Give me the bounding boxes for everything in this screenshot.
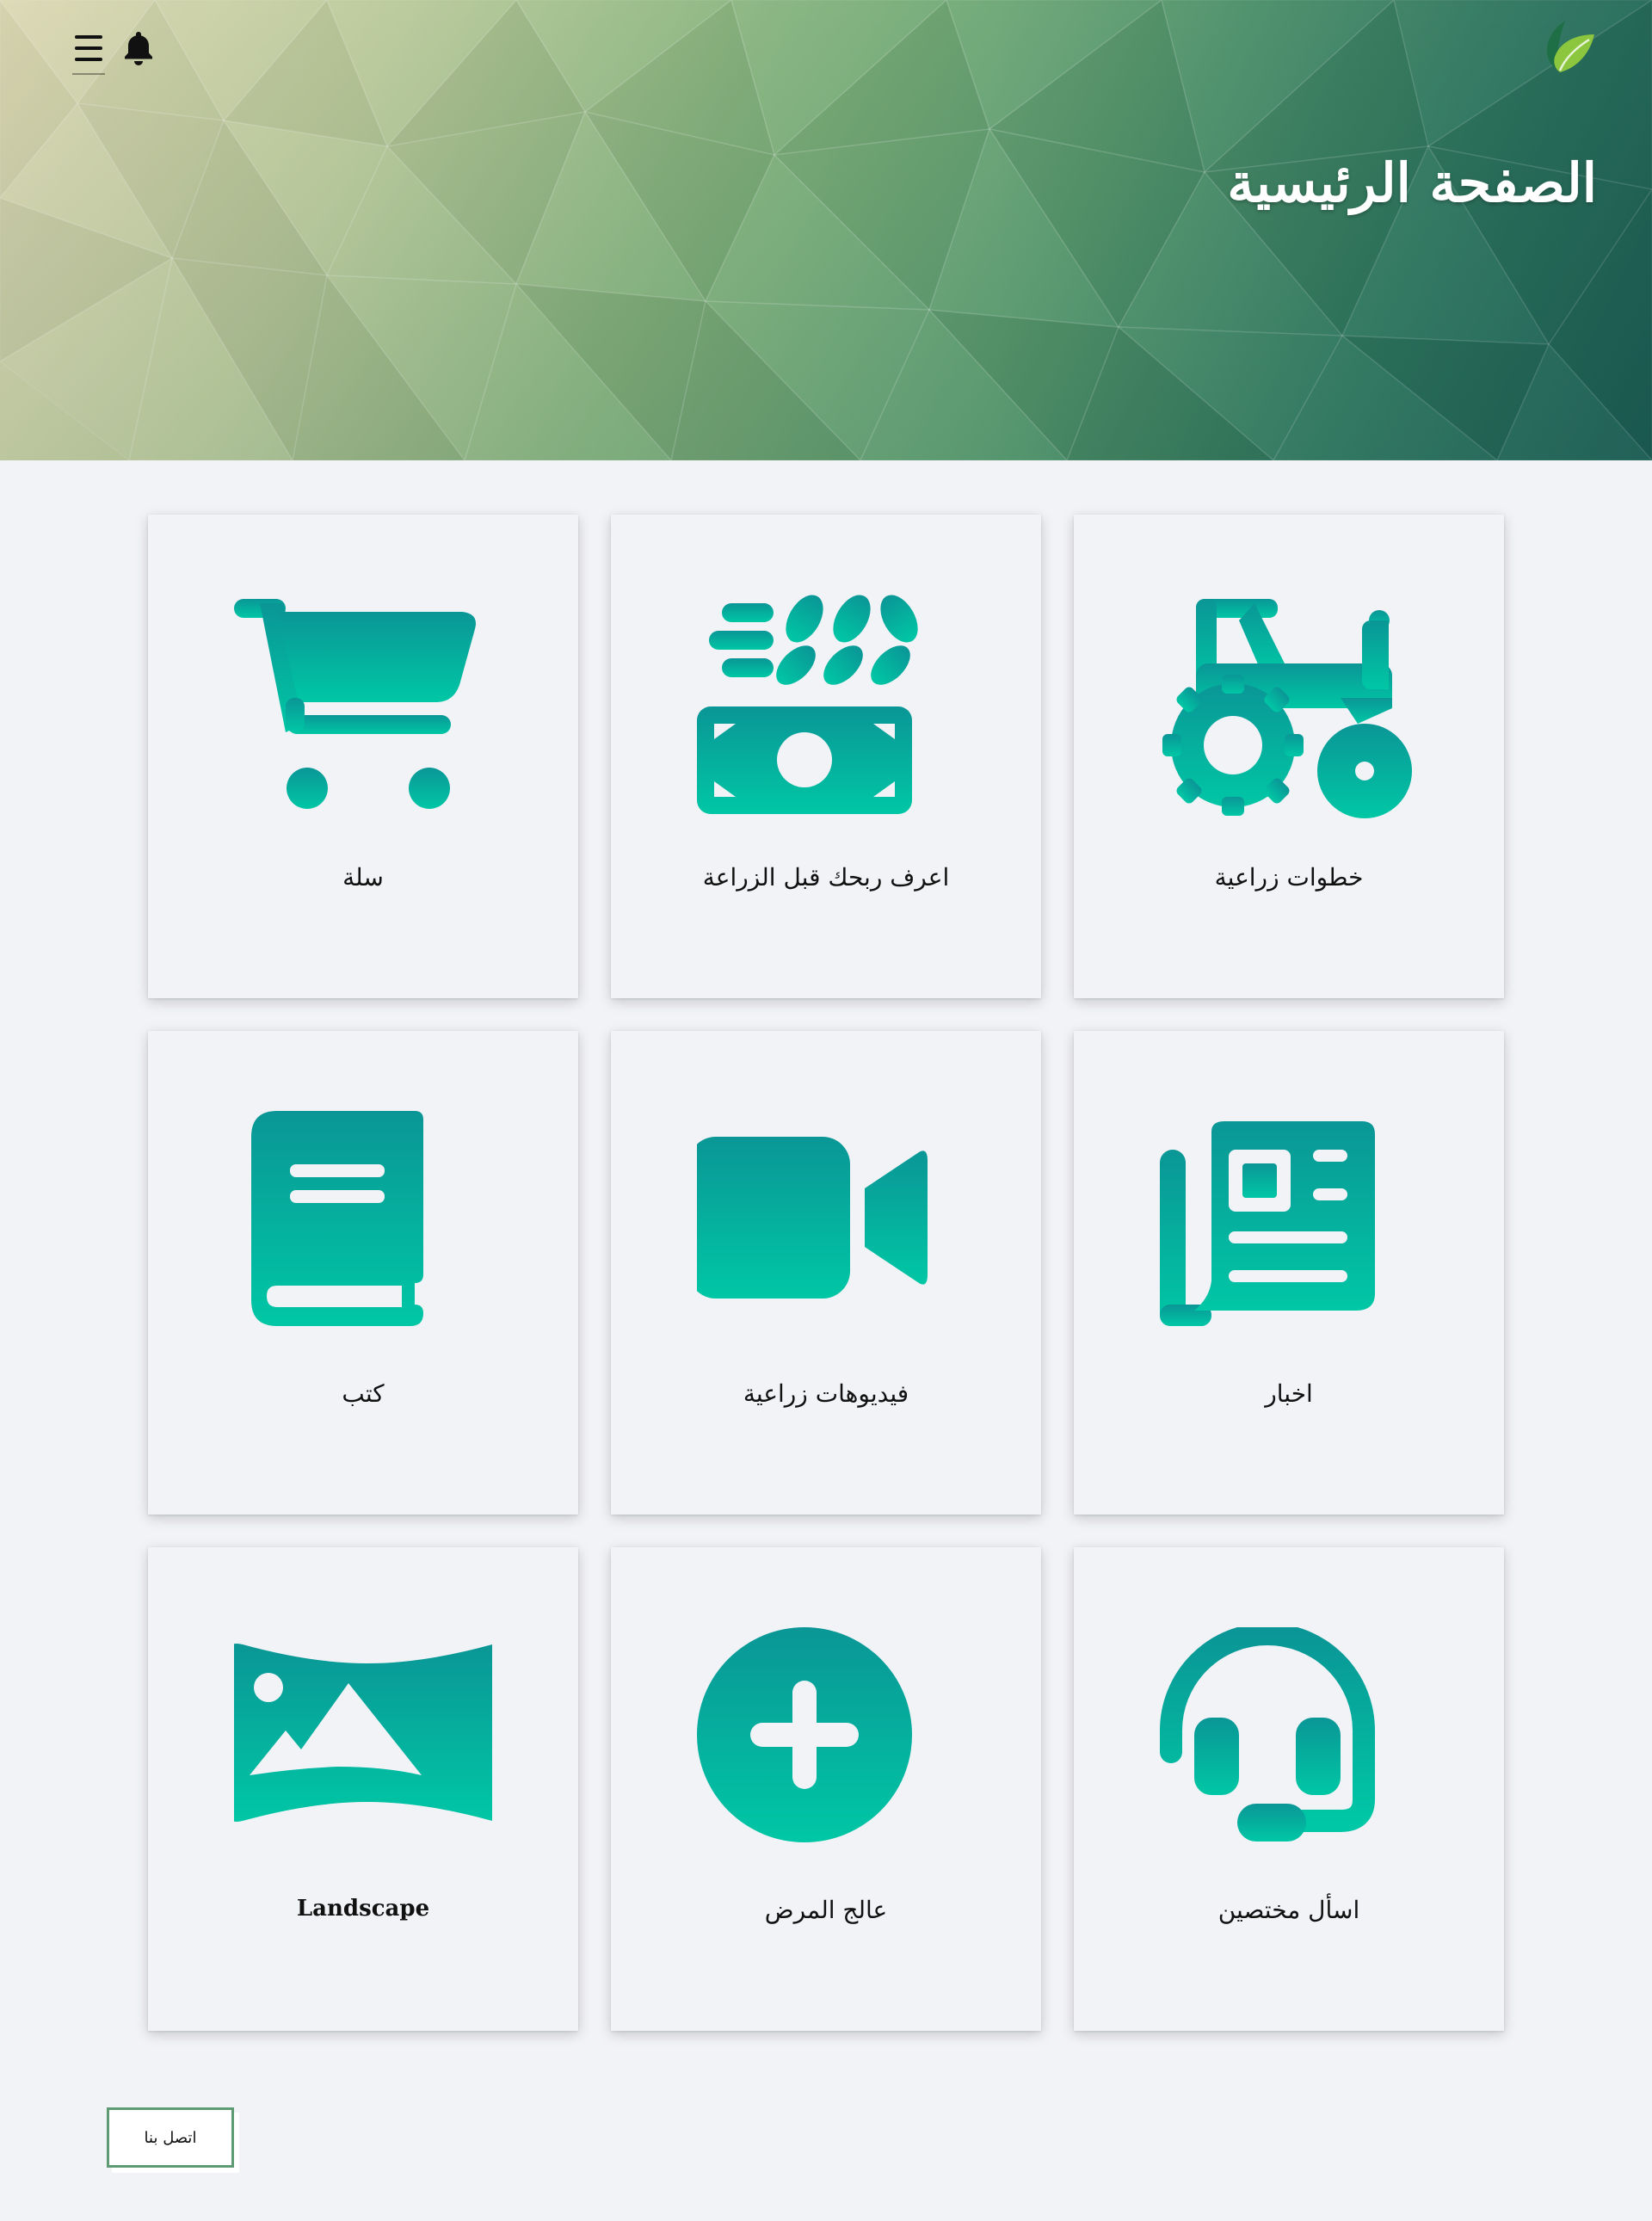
card-label: كتب — [342, 1379, 385, 1408]
hero-header: الصفحة الرئيسية — [0, 0, 1652, 460]
bell-icon[interactable] — [121, 29, 156, 67]
leaf-logo-icon — [1543, 19, 1598, 76]
card-farming-videos[interactable]: فيديوهات زراعية — [611, 1031, 1041, 1515]
card-news[interactable]: اخبار — [1074, 1031, 1504, 1515]
book-icon — [234, 1111, 492, 1339]
card-label: اسأل مختصين — [1217, 1896, 1360, 1924]
card-label: فيديوهات زراعية — [743, 1379, 909, 1408]
card-label: اعرف ربحك قبل الزراعة — [702, 863, 950, 891]
card-landscape[interactable]: Landscape — [148, 1547, 578, 2031]
money-wheat-icon — [697, 595, 955, 823]
headset-icon — [1160, 1623, 1418, 1855]
card-label: خطوات زراعية — [1214, 863, 1364, 891]
plus-circle-icon — [697, 1627, 955, 1855]
card-farming-steps[interactable]: خطوات زراعية — [1074, 515, 1504, 998]
card-label: عالج المرض — [764, 1896, 888, 1924]
card-ask-experts[interactable]: اسأل مختصين — [1074, 1547, 1504, 2031]
landscape-image-icon — [225, 1627, 509, 1855]
card-cart[interactable]: سلة — [148, 515, 578, 998]
tractor-icon — [1160, 595, 1418, 823]
cart-icon — [234, 595, 492, 823]
page-title: الصفحة الرئيسية — [1227, 151, 1597, 214]
card-books[interactable]: كتب — [148, 1031, 578, 1515]
card-know-your-profit[interactable]: اعرف ربحك قبل الزراعة — [611, 515, 1041, 998]
hamburger-menu-icon[interactable] — [72, 29, 107, 75]
video-camera-icon — [688, 1111, 955, 1339]
contact-us-button[interactable]: اتصل بنا — [107, 2107, 234, 2168]
card-treat-disease[interactable]: عالج المرض — [611, 1547, 1041, 2031]
card-label: سلة — [342, 863, 384, 891]
card-label: Landscape — [296, 1896, 430, 1922]
newspaper-icon — [1160, 1111, 1418, 1339]
card-label: اخبار — [1265, 1379, 1313, 1408]
